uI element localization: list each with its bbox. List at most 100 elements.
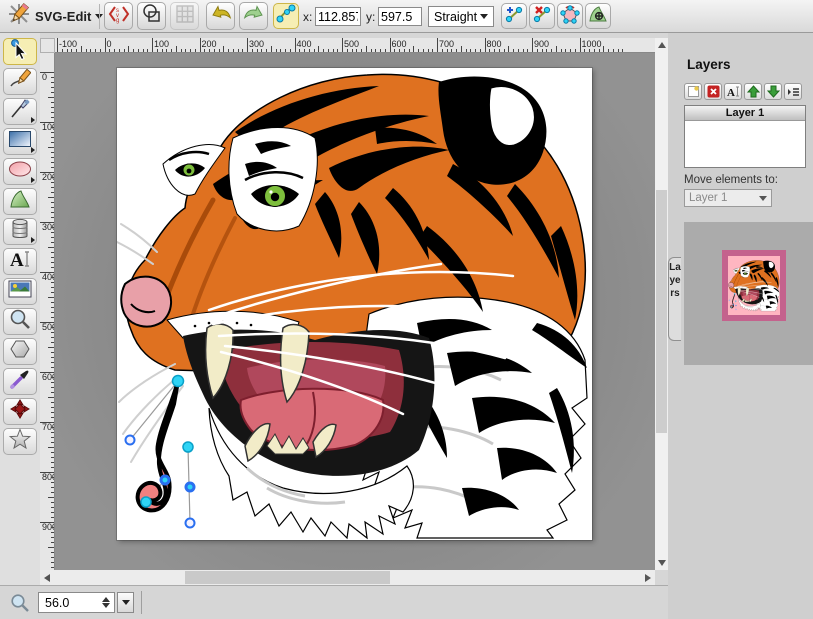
path-icon — [9, 189, 31, 214]
grid-icon — [175, 4, 195, 29]
zoom-dropdown-caret-icon — [122, 600, 130, 605]
shape-library-icon — [10, 218, 30, 245]
delete-node-button[interactable] — [529, 3, 555, 29]
link-control-points-icon — [276, 4, 296, 29]
main-menu-button[interactable]: SVG-Edit — [3, 2, 111, 31]
layer-row-selected[interactable]: Layer 1 — [685, 106, 805, 121]
svg-edit-logo-icon — [7, 2, 31, 31]
rectangle-icon — [8, 130, 32, 153]
top-toolbar: SVG-Edit s v g — [0, 0, 813, 33]
pencil-icon — [9, 68, 31, 95]
bottom-separator — [141, 591, 142, 614]
ruler-corner — [40, 38, 55, 53]
star-tool-button[interactable] — [3, 428, 37, 455]
segment-type-value: Straight — [434, 10, 477, 24]
move-elements-label: Move elements to: — [684, 174, 778, 186]
segment-type-select[interactable]: Straight — [428, 6, 494, 27]
preview-area — [684, 222, 813, 365]
vertical-scrollbar[interactable] — [655, 38, 668, 570]
left-toolbar: A — [0, 33, 40, 585]
ornament-icon — [9, 398, 31, 425]
rename-layer-button[interactable]: A — [724, 83, 742, 100]
svg-text:A: A — [10, 250, 24, 270]
shape-library-tool-button[interactable] — [3, 218, 37, 245]
delete-layer-button[interactable] — [704, 83, 722, 100]
new-layer-button[interactable] — [684, 83, 702, 100]
add-subpath-icon — [588, 4, 608, 29]
zoom-level-control — [38, 592, 115, 613]
raise-layer-button[interactable] — [744, 83, 762, 100]
x-label: x: — [303, 10, 312, 24]
bottom-bar — [0, 585, 668, 619]
flyout-arrow-icon — [31, 117, 35, 123]
wireframe-mode-button[interactable] — [137, 2, 166, 30]
add-node-icon — [504, 4, 524, 29]
image-tool-button[interactable] — [3, 278, 37, 305]
scroll-left-icon[interactable] — [44, 574, 50, 582]
svg-text:g: g — [116, 18, 119, 24]
eyedropper-icon — [9, 368, 31, 395]
polygon-icon — [9, 339, 31, 364]
layer-menu-button[interactable] — [784, 83, 802, 100]
tiger-thumbnail — [728, 256, 780, 315]
tiger-drawing — [117, 68, 592, 540]
select-caret-icon — [480, 14, 488, 19]
svg-edit-app: SVG-Edit s v g — [0, 0, 813, 619]
canvas-workspace[interactable] — [55, 53, 655, 570]
add-subpath-button[interactable] — [585, 3, 611, 29]
zoom-magnifier-icon — [10, 593, 30, 618]
wireframe-icon — [141, 3, 163, 30]
move-elements-value: Layer 1 — [689, 192, 727, 204]
zoom-level-input[interactable] — [39, 596, 98, 610]
ornament-shape-tool-button[interactable] — [3, 398, 37, 425]
path-tool-button[interactable] — [3, 188, 37, 215]
layers-panel-toggle-tab[interactable]: Layers — [668, 257, 681, 341]
text-tool-button[interactable]: A — [3, 248, 37, 275]
image-icon — [8, 280, 32, 303]
right-panel: Layers A — [668, 33, 813, 619]
zoom-icon — [9, 308, 31, 335]
svg-canvas[interactable] — [117, 68, 592, 540]
scroll-down-icon[interactable] — [658, 560, 666, 566]
horizontal-scroll-thumb[interactable] — [185, 571, 390, 584]
open-close-path-button[interactable] — [557, 3, 583, 29]
undo-button[interactable] — [206, 2, 235, 30]
rectangle-tool-button[interactable] — [3, 128, 37, 155]
drawing-thumbnail — [722, 250, 786, 321]
line-tool-button[interactable] — [3, 98, 37, 125]
grid-button[interactable] — [170, 2, 199, 30]
vertical-scroll-thumb[interactable] — [656, 190, 667, 433]
select-icon — [9, 38, 31, 65]
flyout-arrow-icon — [31, 237, 35, 243]
layer-list: Layer 1 — [684, 105, 806, 168]
flyout-arrow-icon — [31, 177, 35, 183]
y-input[interactable] — [378, 7, 422, 26]
zoom-tool-button[interactable] — [3, 308, 37, 335]
move-elements-select[interactable]: Layer 1 — [684, 189, 772, 207]
polygon-tool-button[interactable] — [3, 338, 37, 365]
pencil-tool-button[interactable] — [3, 68, 37, 95]
x-input[interactable] — [315, 7, 361, 26]
eyedropper-tool-button[interactable] — [3, 368, 37, 395]
scroll-up-icon[interactable] — [658, 42, 666, 48]
zoom-dropdown-button[interactable] — [117, 592, 134, 613]
layer-buttons: A — [684, 83, 802, 100]
select-tool-button[interactable] — [3, 38, 37, 65]
lower-layer-button[interactable] — [764, 83, 782, 100]
undo-icon — [210, 3, 232, 30]
edit-source-button[interactable]: s v g — [104, 2, 133, 30]
redo-button[interactable] — [239, 2, 268, 30]
ellipse-icon — [8, 160, 32, 183]
link-control-points-button[interactable] — [273, 3, 299, 29]
ellipse-tool-button[interactable] — [3, 158, 37, 185]
horizontal-scrollbar[interactable] — [40, 570, 655, 585]
redo-icon — [243, 3, 265, 30]
scroll-right-icon[interactable] — [645, 574, 651, 582]
add-node-button[interactable] — [501, 3, 527, 29]
toolbar-separator — [99, 4, 100, 29]
text-icon: A — [9, 248, 31, 275]
main-menu-label: SVG-Edit — [35, 9, 91, 24]
flyout-arrow-icon — [31, 147, 35, 153]
zoom-spinner[interactable] — [98, 593, 114, 612]
delete-node-icon — [532, 4, 552, 29]
